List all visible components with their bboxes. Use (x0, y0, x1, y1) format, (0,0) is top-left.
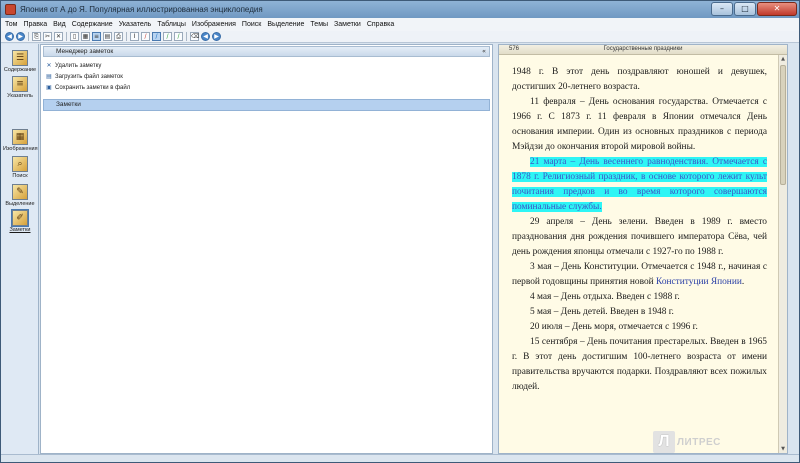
paragraph: 29 апреля – День зелени. Введен в 1989 г… (512, 217, 767, 257)
menu-item-izobrazheniya[interactable]: Изображения (192, 21, 236, 28)
save-notes-label: Сохранить заметки в файл (55, 85, 131, 91)
menu-item-vydelenie[interactable]: Выделение (267, 21, 304, 28)
book-icon: ☰ (12, 50, 28, 66)
load-notes-label: Загрузить файл заметок (55, 74, 123, 80)
grid-icon[interactable]: ▦ (81, 32, 90, 41)
article-text[interactable]: 1948 г. В этот день поздравляют юношей и… (512, 65, 767, 395)
menu-item-temy[interactable]: Темы (310, 21, 328, 28)
scroll-thumb[interactable] (780, 65, 786, 185)
minimize-button[interactable]: – (711, 2, 733, 16)
load-notes-icon: ▤ (46, 73, 52, 80)
sidebar-item-label: Заметки (9, 227, 31, 233)
app-icon (5, 4, 16, 15)
toolbar-divider (66, 32, 67, 41)
cursor-icon[interactable]: I (130, 32, 139, 41)
highlighted-paragraph: 21 марта – День весеннего равноденствия.… (512, 155, 767, 215)
menu-bar: Том Правка Вид Содержание Указатель Табл… (1, 18, 799, 31)
layout-icon[interactable]: ▤ (103, 32, 112, 41)
status-bar (1, 454, 799, 462)
sidebar-item-label: Указатель (7, 93, 33, 99)
eraser-icon[interactable]: ⌫ (190, 32, 199, 41)
copy-icon[interactable]: ⎘ (32, 32, 41, 41)
paragraph: 5 мая – День детей. Введен в 1948 г. (530, 307, 674, 317)
menu-item-pravka[interactable]: Правка (23, 21, 47, 28)
sidebar: ☰ Содержание ≡ Указатель ▦ Изображения ⌕… (1, 44, 39, 454)
sidebar-item-notes[interactable]: ✐ Заметки (3, 208, 37, 244)
images-icon: ▦ (12, 129, 28, 145)
notes-section-header[interactable]: Заметки (43, 99, 490, 111)
cut-icon[interactable]: ✂ (43, 32, 52, 41)
menu-item-tom[interactable]: Том (5, 21, 17, 28)
toolbar: ◀ ▶ ⎘ ✂ ✕ ▯ ▦ ≡ ▤ ⎙ I / / / / ⌫ ◀ ▶ (1, 31, 799, 43)
pen-icon[interactable]: / (141, 32, 150, 41)
notes-manager-title: Менеджер заметок (56, 48, 114, 55)
highlight[interactable]: 21 марта – День весеннего равноденствия.… (512, 157, 767, 212)
window-title: Япония от А до Я. Популярная иллюстриров… (20, 5, 263, 14)
sidebar-item-label: Содержание (3, 67, 37, 73)
prev-icon[interactable]: ◀ (201, 32, 210, 41)
section-title: Государственные праздники (603, 46, 683, 52)
reader-header: Государственные праздники 576 (499, 45, 787, 55)
back-icon[interactable]: ◀ (5, 32, 14, 41)
page-icon[interactable]: ▯ (70, 32, 79, 41)
index-icon: ≡ (12, 76, 28, 92)
delete-note-icon: ✕ (46, 62, 52, 69)
reader-pane: Государственные праздники 576 1948 г. В … (498, 44, 788, 454)
scroll-down-icon[interactable]: ▼ (779, 445, 787, 453)
search-icon: ⌕ (12, 156, 28, 172)
menu-item-poisk[interactable]: Поиск (242, 21, 261, 28)
highlight-icon: ✎ (12, 184, 28, 200)
pencil-icon[interactable]: / (174, 32, 183, 41)
next-icon[interactable]: ▶ (212, 32, 221, 41)
collapse-icon[interactable]: « (482, 47, 486, 56)
menu-item-vid[interactable]: Вид (53, 21, 66, 28)
app-window: Япония от А до Я. Популярная иллюстриров… (0, 0, 800, 463)
paragraph: 1948 г. В этот день поздравляют юношей и… (512, 67, 767, 92)
toolbar-divider (28, 32, 29, 41)
menu-item-ukazatel[interactable]: Указатель (119, 21, 152, 28)
paragraph: 11 февраля – День основания государства.… (512, 97, 767, 152)
sidebar-item-label: Изображения (3, 146, 38, 152)
title-bar[interactable]: Япония от А до Я. Популярная иллюстриров… (1, 1, 799, 18)
sidebar-item-label: Поиск (12, 173, 28, 179)
vertical-scrollbar[interactable]: ▲ ▼ (778, 55, 787, 453)
delete-note-label: Удалить заметку (55, 63, 102, 69)
watermark-logo: Л (653, 431, 675, 453)
paragraph: 3 мая – День Конституции. Отмечается с 1… (512, 260, 767, 290)
delete-icon[interactable]: ✕ (54, 32, 63, 41)
menu-item-spravka[interactable]: Справка (367, 21, 394, 28)
menu-item-tablicy[interactable]: Таблицы (157, 21, 186, 28)
maximize-button[interactable]: □ (734, 2, 756, 16)
paragraph: 4 мая – День отдыха. Введен с 1988 г. (530, 292, 680, 302)
paragraph: 15 сентября – День почитания престарелых… (512, 337, 767, 392)
sidebar-item-label: Выделение (5, 201, 35, 207)
list-icon[interactable]: ≡ (92, 32, 101, 41)
toolbar-divider (186, 32, 187, 41)
notes-panel: Менеджер заметок « ✕ Удалить заметку ▤ З… (40, 44, 493, 454)
paragraph: 20 июля – День моря, отмечается с 1996 г… (530, 322, 698, 332)
save-notes-button[interactable]: ▣ Сохранить заметки в файл (45, 83, 130, 93)
delete-note-button[interactable]: ✕ Удалить заметку (45, 61, 101, 71)
notes-icon: ✐ (12, 210, 28, 226)
menu-item-soderzhanie[interactable]: Содержание (72, 21, 113, 28)
print-icon[interactable]: ⎙ (114, 32, 123, 41)
highlighter-icon[interactable]: / (152, 32, 161, 41)
close-button[interactable]: ✕ (757, 2, 797, 16)
load-notes-button[interactable]: ▤ Загрузить файл заметок (45, 72, 123, 82)
paragraph-end: . (741, 277, 745, 287)
menu-item-zametki[interactable]: Заметки (334, 21, 361, 28)
notes-manager-header[interactable]: Менеджер заметок « (43, 46, 490, 57)
forward-icon[interactable]: ▶ (16, 32, 25, 41)
sidebar-item-index[interactable]: ≡ Указатель (3, 74, 37, 110)
constitution-link[interactable]: Конституции Японии (656, 277, 742, 287)
watermark-text: ЛИТРЕС (677, 437, 721, 448)
save-notes-icon: ▣ (46, 84, 52, 91)
page-number: 576 (509, 46, 520, 52)
marker-icon[interactable]: / (163, 32, 172, 41)
toolbar-divider (126, 32, 127, 41)
scroll-up-icon[interactable]: ▲ (779, 55, 787, 63)
